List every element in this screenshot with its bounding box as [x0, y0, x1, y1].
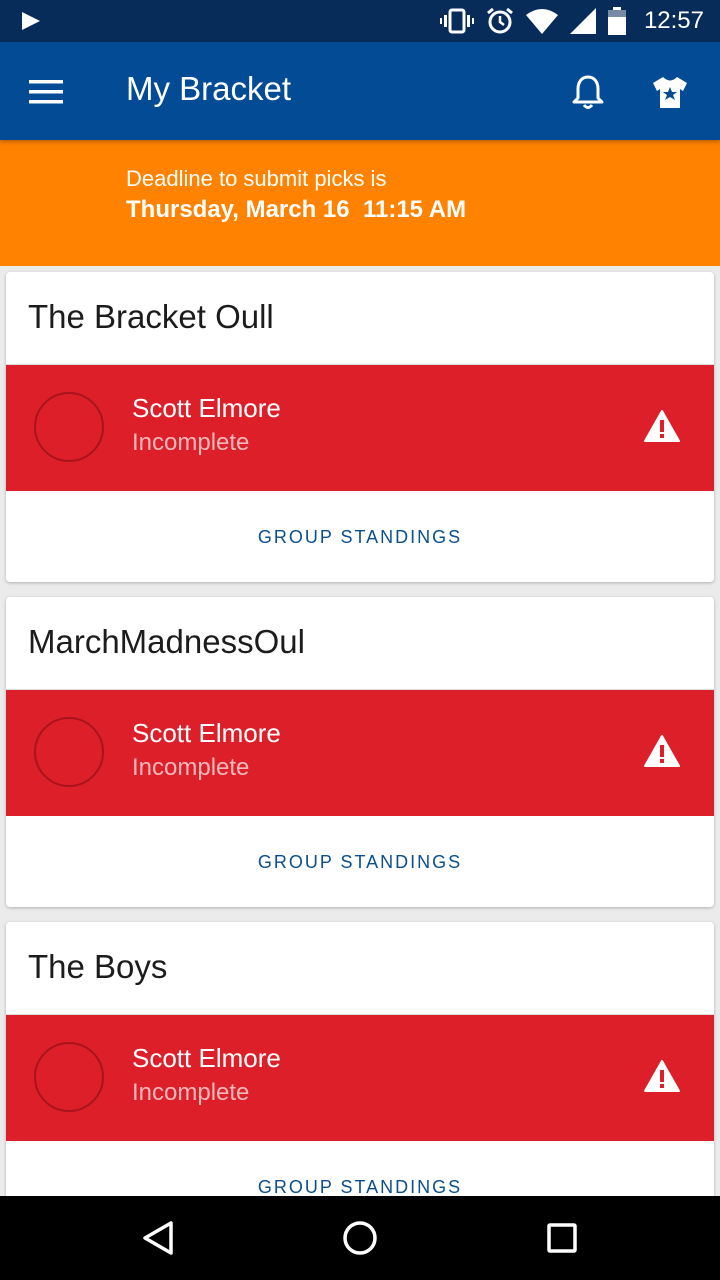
- group-card: The Boys Scott Elmore Incomplete GROUP S…: [6, 922, 714, 1196]
- warning-icon: [644, 735, 680, 767]
- page-title: My Bracket: [126, 70, 292, 107]
- entry-name: Scott Elmore: [132, 393, 281, 423]
- warning-icon: [644, 1060, 680, 1092]
- signal-icon: [569, 8, 596, 34]
- alarm-icon: [487, 7, 513, 34]
- bracket-entry[interactable]: Scott Elmore Incomplete: [6, 690, 714, 816]
- recents-icon: [547, 1223, 577, 1253]
- jersey-icon: [653, 77, 687, 108]
- menu-icon: [29, 80, 63, 104]
- recents-button[interactable]: [538, 1214, 586, 1262]
- group-standings-button[interactable]: GROUP STANDINGS: [6, 817, 714, 907]
- deadline-label: Deadline to submit picks is: [126, 166, 387, 191]
- group-card: MarchMadnessOul Scott Elmore Incomplete …: [6, 597, 714, 907]
- status-bar: 12:57: [0, 0, 720, 42]
- bell-icon: [572, 75, 604, 109]
- home-icon: [343, 1221, 377, 1255]
- entry-name: Scott Elmore: [132, 718, 281, 748]
- entry-status: Incomplete: [132, 1079, 250, 1106]
- menu-button[interactable]: [20, 66, 72, 118]
- bracket-entry[interactable]: Scott Elmore Incomplete: [6, 365, 714, 491]
- warning-icon: [644, 410, 680, 442]
- battery-icon: [607, 7, 626, 35]
- bracket-entry[interactable]: Scott Elmore Incomplete: [6, 1015, 714, 1141]
- wifi-icon: [525, 9, 558, 34]
- avatar: [34, 1042, 104, 1112]
- clock: 12:57: [643, 7, 704, 34]
- vibrate-icon: [439, 8, 474, 34]
- app-bar: My Bracket: [0, 42, 720, 140]
- deadline-banner: Deadline to submit picks is Thursday, Ma…: [0, 140, 720, 266]
- entry-status: Incomplete: [132, 429, 250, 456]
- jersey-button[interactable]: [644, 66, 696, 118]
- group-card: The Bracket Oull Scott Elmore Incomplete…: [6, 272, 714, 582]
- group-title: The Bracket Oull: [28, 298, 274, 335]
- group-standings-button[interactable]: GROUP STANDINGS: [6, 1142, 714, 1197]
- deadline-datetime: Thursday, March 16 11:15 AM: [126, 196, 467, 223]
- avatar: [34, 392, 104, 462]
- group-standings-button[interactable]: GROUP STANDINGS: [6, 492, 714, 582]
- group-title: The Boys: [28, 948, 168, 985]
- group-list[interactable]: The Bracket Oull Scott Elmore Incomplete…: [0, 266, 720, 1196]
- group-title: MarchMadnessOul: [28, 623, 305, 660]
- entry-name: Scott Elmore: [132, 1043, 281, 1073]
- navigation-bar: [0, 1196, 720, 1280]
- notifications-button[interactable]: [562, 66, 614, 118]
- home-button[interactable]: [336, 1214, 384, 1262]
- back-button[interactable]: [134, 1214, 182, 1262]
- avatar: [34, 717, 104, 787]
- back-icon: [143, 1221, 173, 1255]
- entry-status: Incomplete: [132, 754, 250, 781]
- play-icon: [22, 12, 40, 30]
- status-icons: 12:57: [439, 6, 704, 36]
